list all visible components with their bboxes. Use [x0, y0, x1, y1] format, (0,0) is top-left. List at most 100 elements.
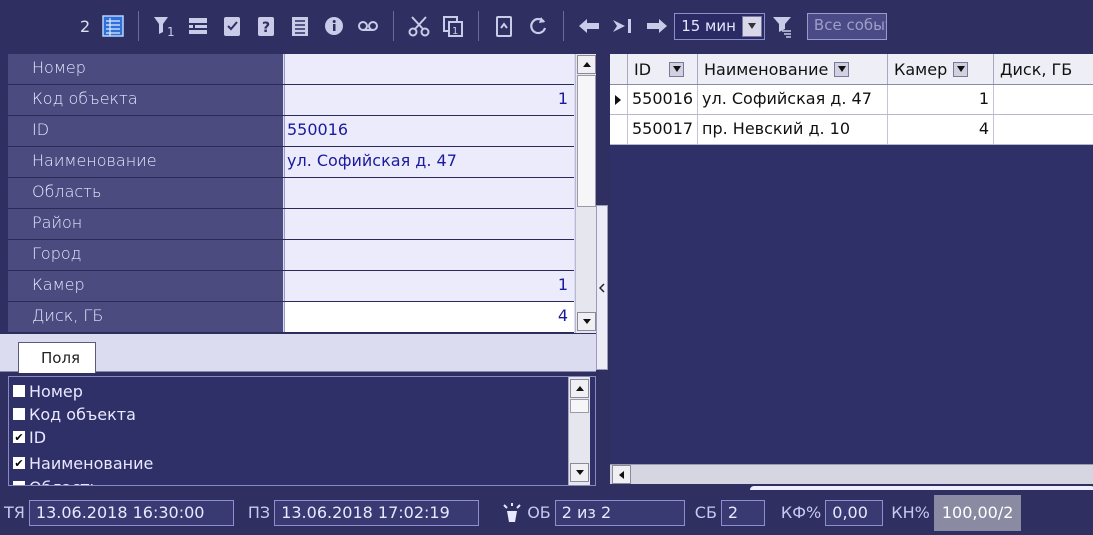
- status-kn-label: КН%: [891, 503, 930, 522]
- property-value[interactable]: [284, 178, 574, 208]
- filter-dropdown-icon[interactable]: [834, 61, 850, 77]
- property-value[interactable]: 1: [284, 271, 574, 301]
- scroll-down-icon[interactable]: [577, 312, 596, 331]
- property-row[interactable]: Номер: [8, 54, 574, 85]
- field-label: Наименование: [29, 453, 154, 473]
- property-value[interactable]: 550016: [284, 116, 574, 146]
- interval-select[interactable]: 15 мин: [674, 12, 765, 40]
- filter-dropdown-icon[interactable]: [953, 61, 969, 77]
- cell-id[interactable]: 550016: [628, 85, 698, 114]
- scroll-left-icon[interactable]: [612, 465, 631, 484]
- filter-dropdown-icon[interactable]: [669, 61, 685, 77]
- scroll-up-icon[interactable]: [577, 55, 596, 74]
- status-pz-value: 13.06.2018 17:02:19: [274, 499, 480, 526]
- column-header-disk[interactable]: Диск, ГБ: [994, 54, 1093, 84]
- property-value[interactable]: [284, 54, 574, 84]
- svg-text:?: ?: [262, 20, 270, 36]
- cell-cameras[interactable]: 4: [888, 115, 994, 144]
- field-label: Код объекта: [29, 404, 136, 424]
- cell-name[interactable]: пр. Невский д. 10: [698, 115, 888, 144]
- table-row[interactable]: 550016 ул. Софийская д. 47 1: [610, 85, 1093, 115]
- field-item[interactable]: Номер: [13, 379, 83, 403]
- column-header-cameras[interactable]: Камер: [888, 54, 994, 84]
- properties-scrollbar[interactable]: [575, 54, 596, 333]
- scroll-thumb[interactable]: [577, 75, 596, 207]
- toolbar: 2 1 ? 1 15 мин Все собы: [0, 0, 1093, 52]
- cell-name[interactable]: ул. Софийская д. 47: [698, 85, 888, 114]
- panel-splitter[interactable]: [596, 205, 608, 370]
- property-row[interactable]: Код объекта 1: [8, 85, 574, 116]
- field-item[interactable]: Область: [13, 475, 99, 485]
- field-list-scrollbar[interactable]: [568, 377, 590, 485]
- horizontal-scrollbar[interactable]: [610, 464, 1093, 484]
- property-row[interactable]: Камер 1: [8, 271, 574, 302]
- collapse-left-icon[interactable]: [599, 282, 605, 293]
- column-label: Наименование: [704, 59, 829, 79]
- refresh-icon[interactable]: [523, 11, 553, 41]
- cell-disk[interactable]: [994, 85, 1093, 114]
- report-icon[interactable]: [285, 11, 315, 41]
- event-filter-input[interactable]: Все события: [806, 12, 887, 40]
- info-icon[interactable]: [319, 11, 349, 41]
- svg-text:1: 1: [452, 26, 458, 37]
- property-row[interactable]: Район: [8, 209, 574, 240]
- table-row[interactable]: 550017 пр. Невский д. 10 4: [610, 115, 1093, 145]
- toolbar-separator: [563, 11, 565, 41]
- filter-icon[interactable]: 1: [149, 11, 179, 41]
- status-ob-value: 2 из 2: [554, 499, 685, 526]
- field-item[interactable]: Код объекта: [13, 402, 136, 426]
- column-label: ID: [634, 59, 652, 79]
- column-header-name[interactable]: Наименование: [698, 54, 888, 84]
- voicemail-icon[interactable]: [353, 11, 383, 41]
- field-label: Номер: [29, 381, 83, 401]
- column-label: Диск, ГБ: [1000, 59, 1073, 79]
- field-checkbox[interactable]: ✔: [13, 431, 25, 443]
- property-row[interactable]: Наименование ул. Софийская д. 47: [8, 147, 574, 178]
- property-row[interactable]: Диск, ГБ 4: [8, 302, 574, 333]
- arrow-right-icon[interactable]: [642, 11, 672, 41]
- chevron-down-icon[interactable]: [741, 15, 762, 37]
- sort-icon[interactable]: [767, 11, 797, 41]
- arrow-last-icon[interactable]: [608, 11, 638, 41]
- status-kn-value: 100,00/2: [933, 494, 1022, 531]
- property-name: Город: [8, 240, 283, 270]
- field-checkbox[interactable]: ✔: [13, 457, 25, 469]
- objects-table: ID Наименование Камер Диск, ГБ 550016 ул…: [610, 54, 1093, 484]
- tab-fields[interactable]: Поля: [18, 342, 96, 373]
- scroll-thumb[interactable]: [570, 399, 589, 413]
- field-item[interactable]: ✔ ID: [13, 425, 46, 449]
- export-document-icon[interactable]: [489, 11, 519, 41]
- field-item[interactable]: ✔ Наименование: [13, 451, 153, 475]
- property-name: Номер: [8, 54, 283, 84]
- help-document-icon[interactable]: ?: [251, 11, 281, 41]
- arrow-left-icon[interactable]: [574, 11, 604, 41]
- grid-view-icon[interactable]: [98, 11, 128, 41]
- field-checkbox[interactable]: [13, 385, 25, 397]
- toolbar-separator: [393, 11, 395, 41]
- property-row[interactable]: Город: [8, 240, 574, 271]
- scissors-icon[interactable]: [404, 11, 434, 41]
- status-bar: ТЯ 13.06.2018 16:30:00 ПЗ 13.06.2018 17:…: [0, 490, 1093, 535]
- field-checkbox[interactable]: [13, 481, 25, 485]
- scroll-up-icon[interactable]: [570, 379, 589, 398]
- toolbar-separator: [138, 11, 140, 41]
- copy-icon[interactable]: 1: [438, 11, 468, 41]
- property-value[interactable]: [284, 240, 574, 270]
- cell-disk[interactable]: [994, 115, 1093, 144]
- row-indicator: [610, 115, 628, 144]
- column-header-id[interactable]: ID: [628, 54, 698, 84]
- cell-cameras[interactable]: 1: [888, 85, 994, 114]
- edit-document-icon[interactable]: [217, 11, 247, 41]
- list-indent-icon[interactable]: [183, 11, 213, 41]
- property-value[interactable]: 4: [284, 302, 574, 332]
- property-name: Код объекта: [8, 85, 283, 115]
- properties-grid: Номер Код объекта 1 ID 550016 Наименован…: [8, 54, 596, 333]
- property-row[interactable]: ID 550016: [8, 116, 574, 147]
- field-checkbox[interactable]: [13, 408, 25, 420]
- property-value[interactable]: ул. Софийская д. 47: [284, 147, 574, 177]
- property-value[interactable]: 1: [284, 85, 574, 115]
- scroll-down-icon[interactable]: [570, 463, 589, 482]
- property-value[interactable]: [284, 209, 574, 239]
- property-row[interactable]: Область: [8, 178, 574, 209]
- cell-id[interactable]: 550017: [628, 115, 698, 144]
